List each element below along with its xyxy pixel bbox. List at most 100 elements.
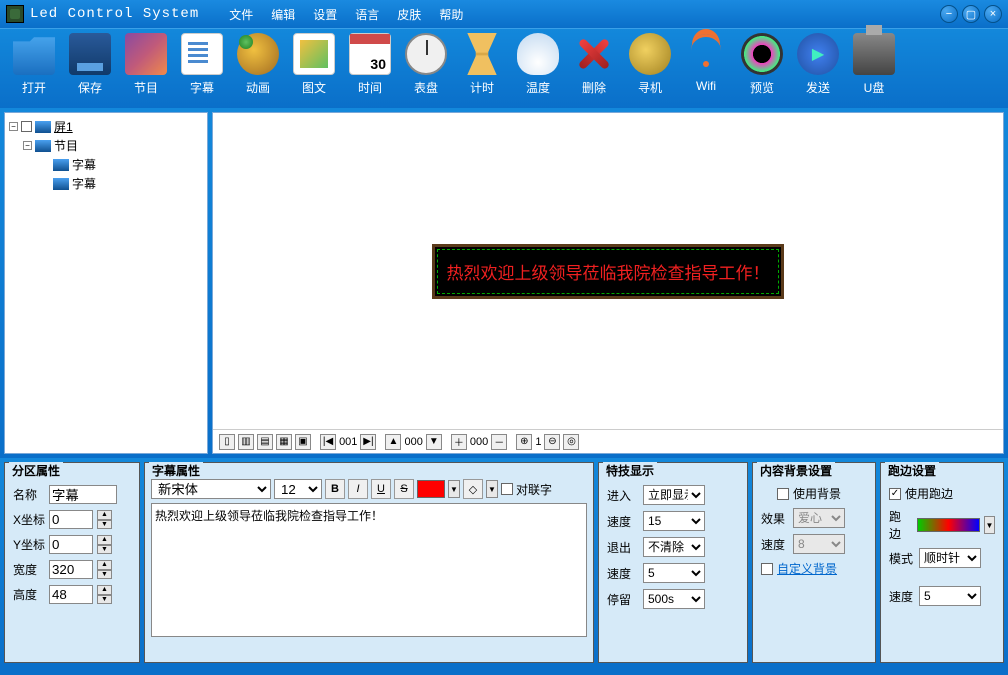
tree-program[interactable]: − 节目 [9,136,203,155]
minus-icon[interactable]: － [491,434,507,450]
layout-3-icon[interactable]: ▤ [257,434,273,450]
border-mode-select[interactable]: 顺时针 [919,548,981,568]
tb-animation[interactable]: 动画 [232,33,284,104]
tree-screen[interactable]: − 屏1 [9,117,203,136]
menu-help[interactable]: 帮助 [439,6,463,23]
program-icon [125,33,167,75]
bold-button[interactable]: B [325,479,345,499]
tb-search[interactable]: 寻机 [624,33,676,104]
strike-button[interactable]: S [394,479,414,499]
border-dropdown-icon[interactable]: ▼ [984,516,995,534]
text-color-swatch[interactable] [417,480,445,498]
screen-icon [35,121,51,133]
tb-preview[interactable]: 预览 [736,33,788,104]
preview-canvas[interactable]: 热烈欢迎上级领导莅临我院检查指导工作！ [213,113,1003,429]
border-style-swatch[interactable] [917,518,980,532]
use-border-checkbox[interactable] [889,488,901,500]
first-icon[interactable]: |◀ [320,434,336,450]
custom-bg-checkbox[interactable] [761,563,773,575]
zone-x-input[interactable] [49,510,93,529]
collapse-icon[interactable]: − [9,122,18,131]
project-tree[interactable]: − 屏1 − 节目 字幕 字幕 [4,112,208,454]
delete-icon [573,33,615,75]
zone-name-input[interactable] [49,485,117,504]
tb-delete[interactable]: 删除 [568,33,620,104]
spinner[interactable]: ▲▼ [97,560,112,579]
menu-file[interactable]: 文件 [229,6,253,23]
tb-program[interactable]: 节目 [120,33,172,104]
layout-4-icon[interactable]: ▦ [276,434,292,450]
plus-icon[interactable]: ＋ [451,434,467,450]
led-sign-preview[interactable]: 热烈欢迎上级领导莅临我院检查指导工作！ [432,244,784,299]
tb-save[interactable]: 保存 [64,33,116,104]
effect-speed2-select[interactable]: 5 [643,563,705,583]
up-icon[interactable]: ▲ [385,434,401,450]
play-icon [741,33,783,75]
symbol-button[interactable]: ◇ [463,479,483,499]
zoom-in-icon[interactable]: ⊕ [516,434,532,450]
menu-edit[interactable]: 编辑 [271,6,295,23]
hourglass-icon [461,33,503,75]
folder-open-icon [13,33,55,75]
zone-w-input[interactable] [49,560,93,579]
tb-temperature[interactable]: 温度 [512,33,564,104]
tb-picture[interactable]: 图文 [288,33,340,104]
underline-button[interactable]: U [371,479,391,499]
effect-in-select[interactable]: 立即显示 [643,485,705,505]
effect-out-select[interactable]: 不清除 [643,537,705,557]
spinner[interactable]: ▲▼ [97,535,112,554]
effect-speed1-select[interactable]: 15 [643,511,705,531]
last-icon[interactable]: ▶| [360,434,376,450]
send-icon [797,33,839,75]
zone-h-input[interactable] [49,585,93,604]
tb-wifi[interactable]: Wifi [680,33,732,104]
symbol-dropdown-icon[interactable]: ▼ [486,480,498,498]
tree-subtitle-2[interactable]: 字幕 [9,174,203,193]
effect-stop-select[interactable]: 500s [643,589,705,609]
tb-clock[interactable]: 表盘 [400,33,452,104]
pair-checkbox[interactable] [501,483,513,495]
tb-usb[interactable]: U盘 [848,33,900,104]
tb-subtitle[interactable]: 字幕 [176,33,228,104]
calendar-icon [349,33,391,75]
layout-5-icon[interactable]: ▣ [295,434,311,450]
panel-title: 跑边设置 [885,462,939,479]
zone-y-input[interactable] [49,535,93,554]
bg-effect-select: 爱心 [793,508,845,528]
minimize-button[interactable]: − [940,5,958,23]
collapse-icon[interactable]: − [23,141,32,150]
font-select[interactable]: 新宋体 [151,479,271,499]
tree-subtitle-1[interactable]: 字幕 [9,155,203,174]
tb-send[interactable]: 发送 [792,33,844,104]
layout-2-icon[interactable]: ▥ [238,434,254,450]
panel-title: 分区属性 [9,462,63,479]
italic-button[interactable]: I [348,479,368,499]
program-node-icon [35,140,51,152]
menu-skin[interactable]: 皮肤 [397,6,421,23]
menu-settings[interactable]: 设置 [313,6,337,23]
app-icon [6,5,24,23]
search-icon [629,33,671,75]
tb-open[interactable]: 打开 [8,33,60,104]
size-select[interactable]: 12 [274,479,322,499]
layout-1-icon[interactable]: ▯ [219,434,235,450]
subtitle-textarea[interactable]: 热烈欢迎上级领导莅临我院检查指导工作！ [151,503,587,637]
menu-language[interactable]: 语言 [355,6,379,23]
close-button[interactable]: × [984,5,1002,23]
picture-icon [293,33,335,75]
border-speed-select[interactable]: 5 [919,586,981,606]
use-bg-checkbox[interactable] [777,488,789,500]
spinner[interactable]: ▲▼ [97,510,112,529]
down-icon[interactable]: ▼ [426,434,442,450]
maximize-button[interactable]: ▢ [962,5,980,23]
checkbox[interactable] [21,121,32,132]
spinner[interactable]: ▲▼ [97,585,112,604]
color-dropdown-icon[interactable]: ▼ [448,480,460,498]
zoom-out-icon[interactable]: ⊖ [544,434,560,450]
animation-icon [237,33,279,75]
tb-timer[interactable]: 计时 [456,33,508,104]
custom-bg-link[interactable]: 自定义背景 [777,560,837,577]
tb-time[interactable]: 时间 [344,33,396,104]
target-icon[interactable]: ◎ [563,434,579,450]
subtitle-properties-panel: 字幕属性 新宋体 12 B I U S ▼ ◇▼ 对联字 热烈欢迎上级领导莅临我… [144,462,594,663]
